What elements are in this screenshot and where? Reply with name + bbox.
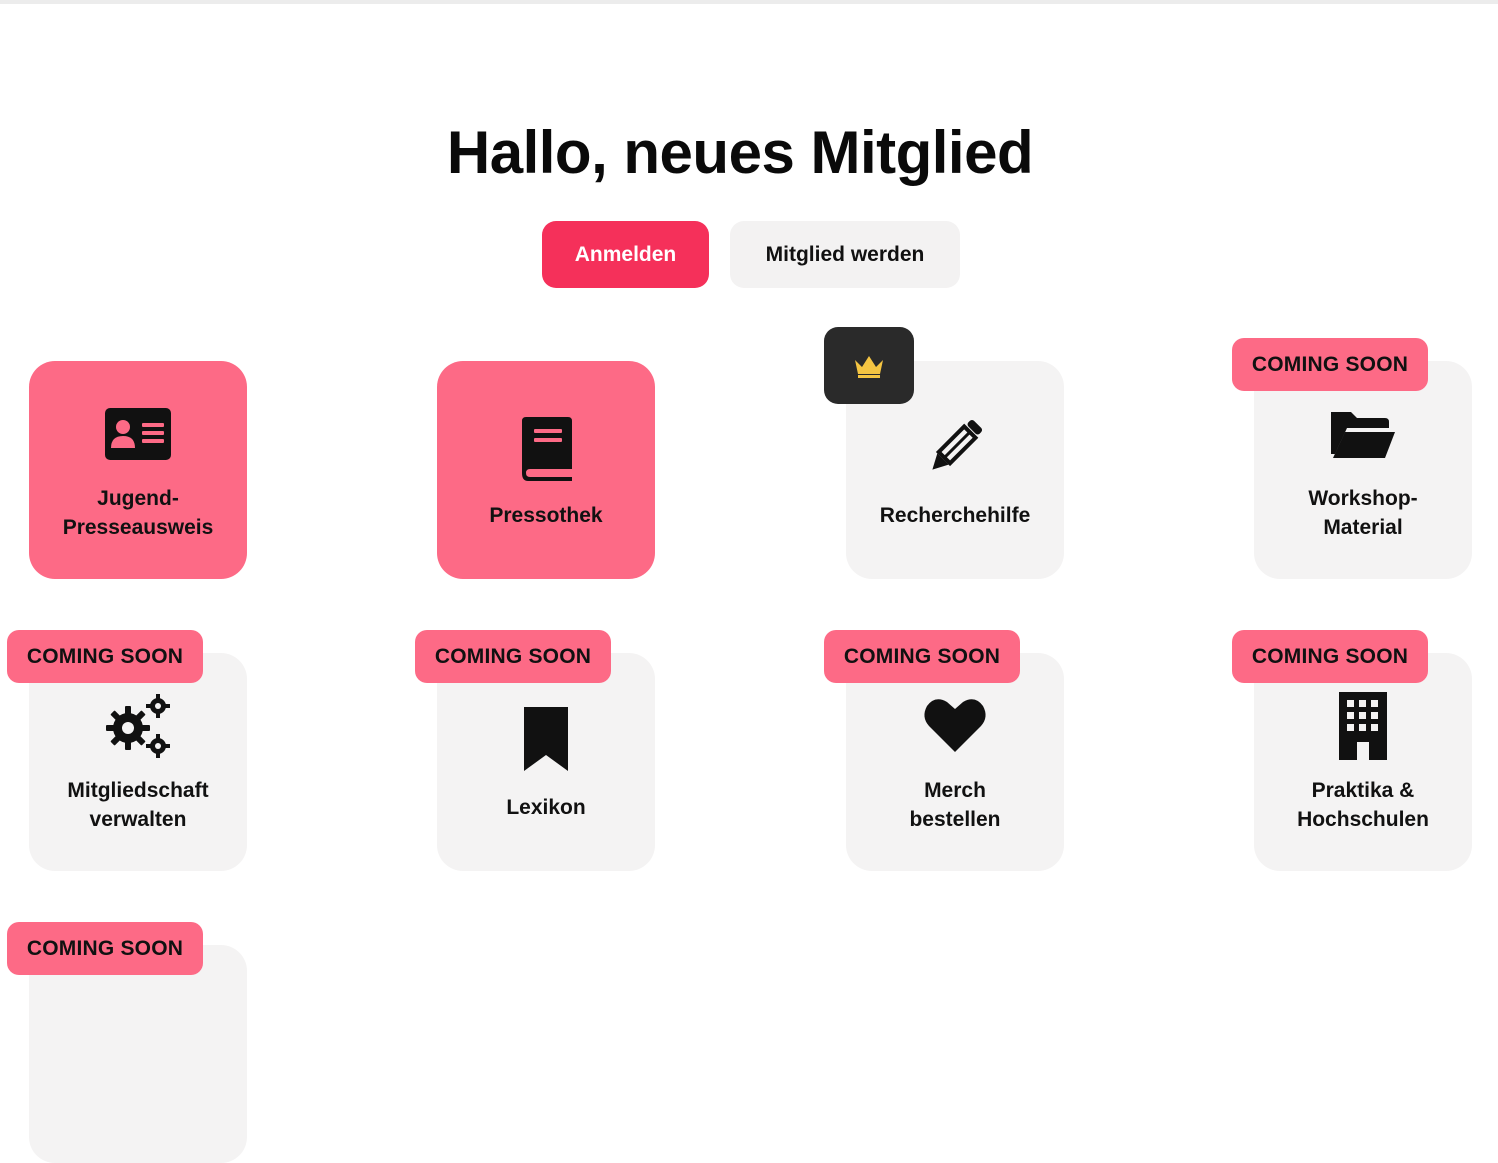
tile-merch-bestellen[interactable]: Merch bestellen <box>846 653 1064 871</box>
tile-label: Mitgliedschaft verwalten <box>67 779 209 831</box>
id-card-icon <box>102 398 174 470</box>
tile-label: Recherchehilfe <box>879 503 1031 527</box>
coming-soon-badge: COMING SOON <box>7 922 203 975</box>
crown-icon <box>855 355 883 378</box>
coming-soon-badge: COMING SOON <box>415 630 611 683</box>
become-member-button[interactable]: Mitglied werden <box>730 221 960 288</box>
tile-lexikon[interactable]: Lexikon <box>437 653 655 871</box>
tile-label: Jugend- Presseausweis <box>62 487 214 539</box>
coming-soon-badge: COMING SOON <box>7 630 203 683</box>
top-bar <box>0 0 1498 4</box>
tile-workshop-material[interactable]: Workshop- Material <box>1254 361 1472 579</box>
tile-jugend-presseausweis[interactable]: Jugend- Presseausweis <box>29 361 247 579</box>
page-title: Hallo, neues Mitglied <box>446 119 1034 186</box>
heart-icon <box>919 690 991 762</box>
tile-label: Pressothek <box>489 503 603 527</box>
pencil-icon <box>919 411 991 483</box>
book-icon <box>510 411 582 483</box>
login-button[interactable]: Anmelden <box>542 221 709 288</box>
tile-partial[interactable] <box>29 945 247 1163</box>
premium-badge <box>824 327 914 404</box>
tile-mitgliedschaft-verwalten[interactable]: Mitgliedschaft verwalten <box>29 653 247 871</box>
coming-soon-badge: COMING SOON <box>824 630 1020 683</box>
coming-soon-badge: COMING SOON <box>1232 630 1428 683</box>
tile-praktika-hochschulen[interactable]: Praktika & Hochschulen <box>1254 653 1472 871</box>
tile-label: Praktika & Hochschulen <box>1297 779 1429 831</box>
tile-label: Merch bestellen <box>909 779 1001 831</box>
coming-soon-badge: COMING SOON <box>1232 338 1428 391</box>
gears-icon <box>102 690 174 762</box>
folder-open-icon <box>1327 398 1399 470</box>
building-icon <box>1327 690 1399 762</box>
tile-label: Workshop- Material <box>1308 487 1418 539</box>
tile-pressothek[interactable]: Pressothek <box>437 361 655 579</box>
tile-label: Lexikon <box>506 795 586 819</box>
bookmark-icon <box>510 703 582 775</box>
